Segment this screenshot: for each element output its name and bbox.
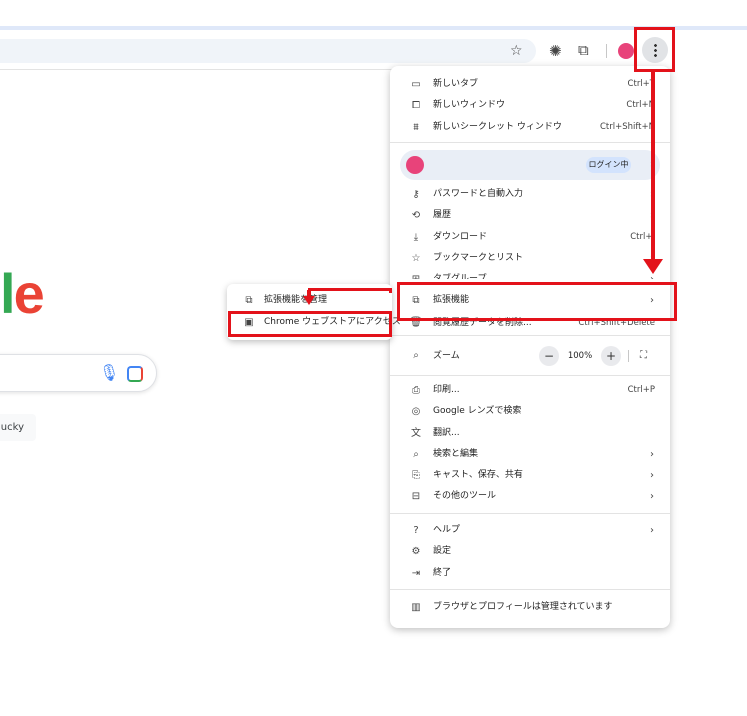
- cast-icon: ⎘: [412, 470, 420, 481]
- browser-toolbar: ☆ ✺ ⧉: [0, 30, 670, 70]
- zoom-level: 100%: [567, 351, 593, 361]
- menu-item-print[interactable]: ⎙ 印刷... Ctrl+P: [390, 380, 670, 401]
- menu-item-google-lens[interactable]: ◎ Google レンズで検索: [390, 401, 670, 422]
- menu-item-tab-groups[interactable]: ⊞ タブグループ ›: [390, 269, 670, 279]
- menu-divider: [390, 375, 670, 376]
- menu-item-passwords[interactable]: ⚷ パスワードと自動入力 ›: [390, 184, 670, 205]
- menu-item-incognito[interactable]: ⩩ 新しいシークレット ウィンドウ Ctrl+Shift+N: [390, 117, 670, 138]
- zoom-divider: [628, 350, 629, 362]
- profile-row[interactable]: ログイン中 ›: [400, 150, 660, 180]
- zoom-row: ⌕ ズーム − 100% + ⛶: [390, 345, 670, 367]
- menu-item-settings[interactable]: ⚙ 設定: [390, 541, 670, 562]
- lucky-button[interactable]: ucky: [0, 414, 36, 441]
- menu-item-help[interactable]: ? ヘルプ ›: [390, 520, 670, 541]
- highlight-web-store-item: [228, 311, 392, 337]
- menu-item-exit[interactable]: ⇥ 終了: [390, 563, 670, 584]
- puzzle-icon: ⧉: [245, 295, 253, 306]
- history-icon: ⟲: [411, 210, 421, 221]
- print-icon: ⎙: [412, 385, 420, 396]
- zoom-icon: ⌕: [413, 350, 419, 361]
- tab-groups-icon: ⊞: [409, 269, 423, 279]
- new-window-icon: ⧠: [412, 100, 420, 111]
- login-status-badge: ログイン中: [586, 157, 631, 173]
- chevron-right-icon: ›: [650, 491, 654, 502]
- menu-item-more-tools[interactable]: ⊟ その他のツール ›: [390, 486, 670, 507]
- annotation-arrow: [651, 71, 655, 262]
- settings-gear-icon: ⚙: [411, 546, 421, 557]
- zoom-out-button[interactable]: −: [539, 346, 559, 366]
- puzzle-icon[interactable]: ⧉: [578, 42, 589, 58]
- google-search-box[interactable]: 🎙: [0, 354, 157, 392]
- menu-item-cast-save-share[interactable]: ⎘ キャスト、保存、共有 ›: [390, 465, 670, 486]
- building-icon: ▥: [411, 602, 421, 613]
- exit-icon: ⇥: [411, 568, 421, 579]
- annotation-connector: [308, 288, 392, 293]
- avatar[interactable]: [618, 43, 634, 59]
- menu-divider: [390, 589, 670, 590]
- download-icon: ⤓: [413, 232, 419, 243]
- menu-divider: [390, 142, 670, 143]
- toolbar-divider: [606, 44, 607, 58]
- chevron-right-icon: ›: [650, 470, 654, 481]
- menu-item-translate[interactable]: 文 翻訳...: [390, 423, 670, 444]
- menu-divider: [390, 335, 670, 336]
- toolbox-icon: ⊟: [411, 491, 421, 502]
- fullscreen-icon[interactable]: ⛶: [640, 345, 647, 367]
- highlight-menu-button: [634, 27, 675, 72]
- menu-item-new-window[interactable]: ⧠ 新しいウィンドウ Ctrl+N: [390, 95, 670, 116]
- extension-icon[interactable]: ✺: [549, 43, 562, 59]
- bookmark-star-icon: ☆: [411, 253, 421, 264]
- google-logo: le: [0, 262, 45, 325]
- menu-item-find-edit[interactable]: ⌕ 検索と編集 ›: [390, 444, 670, 465]
- key-icon: ⚷: [412, 189, 420, 200]
- chrome-menu: ▭ 新しいタブ Ctrl+T ⧠ 新しいウィンドウ Ctrl+N ⩩ 新しいシー…: [390, 66, 670, 628]
- menu-divider: [390, 513, 670, 514]
- zoom-in-button[interactable]: +: [601, 346, 621, 366]
- avatar: [406, 156, 424, 174]
- menu-item-downloads[interactable]: ⤓ ダウンロード Ctrl+J: [390, 227, 670, 248]
- find-edit-icon: ⌕: [413, 449, 419, 460]
- translate-icon: 文: [411, 428, 421, 439]
- chevron-right-icon: ›: [650, 449, 654, 460]
- new-tab-icon: ▭: [411, 79, 421, 90]
- help-icon: ?: [413, 525, 419, 536]
- highlight-extensions-item: [397, 282, 677, 321]
- menu-item-new-tab[interactable]: ▭ 新しいタブ Ctrl+T: [390, 74, 670, 95]
- menu-item-managed[interactable]: ▥ ブラウザとプロフィールは管理されています: [390, 597, 670, 618]
- arrow-down-icon: [643, 259, 663, 274]
- menu-item-bookmarks[interactable]: ☆ ブックマークとリスト ›: [390, 248, 670, 269]
- incognito-icon: ⩩: [413, 122, 419, 133]
- lens-icon[interactable]: [127, 366, 143, 382]
- star-icon[interactable]: ☆: [510, 43, 523, 59]
- arrow-down-icon: [303, 296, 315, 305]
- menu-item-history[interactable]: ⟲ 履歴 ›: [390, 205, 670, 226]
- lens-icon: ◎: [411, 406, 421, 417]
- mic-icon[interactable]: 🎙: [99, 363, 119, 383]
- address-bar[interactable]: ☆: [0, 39, 536, 63]
- chevron-right-icon: ›: [650, 525, 654, 536]
